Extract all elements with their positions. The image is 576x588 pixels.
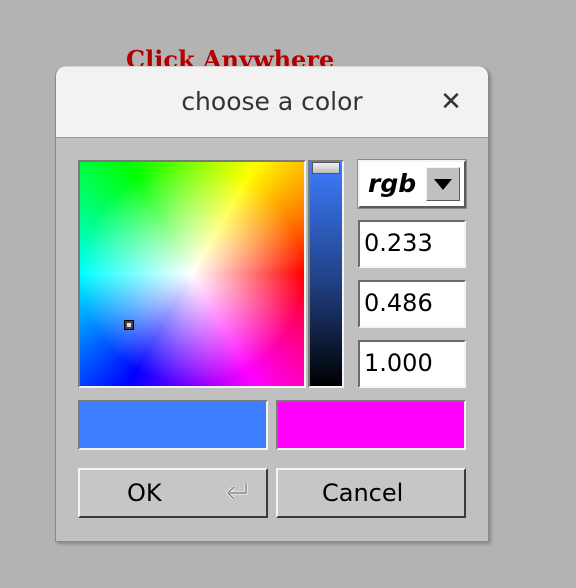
- title-bar[interactable]: choose a color ✕: [56, 66, 488, 138]
- color-mode-choice[interactable]: rgb: [357, 159, 467, 209]
- close-icon[interactable]: ✕: [438, 87, 464, 117]
- wheel-position-marker[interactable]: [124, 320, 134, 330]
- dropdown-arrow-icon[interactable]: [426, 167, 460, 201]
- value-slider-thumb[interactable]: [312, 162, 340, 174]
- previous-color-swatch: [276, 400, 466, 450]
- color-chooser-dialog: choose a color ✕ rgb 0.233 0.486 1.000 O…: [55, 66, 489, 542]
- hue-saturation-wheel[interactable]: [78, 160, 306, 388]
- value-slider[interactable]: [308, 160, 344, 388]
- dialog-title: choose a color: [181, 87, 363, 116]
- color-mode-label: rgb: [368, 169, 417, 198]
- ok-button-label: OK: [127, 479, 162, 507]
- enter-key-icon: [220, 480, 256, 512]
- blue-value-field[interactable]: 1.000: [358, 340, 466, 388]
- cancel-button-label: Cancel: [322, 479, 404, 507]
- green-value-field[interactable]: 0.486: [358, 280, 466, 328]
- red-value-field[interactable]: 0.233: [358, 220, 466, 268]
- cancel-button[interactable]: Cancel: [276, 468, 466, 518]
- ok-button[interactable]: OK: [78, 468, 268, 518]
- current-color-swatch: [78, 400, 268, 450]
